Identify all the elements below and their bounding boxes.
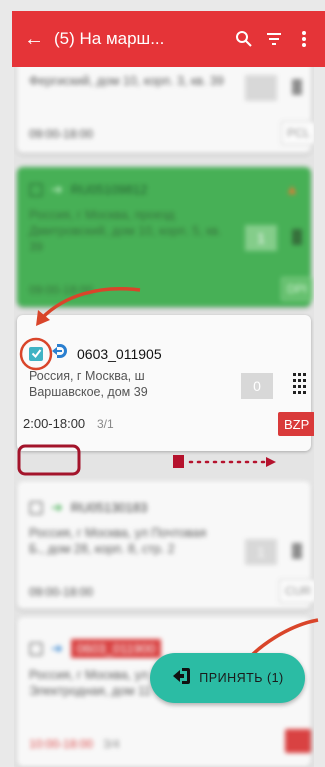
search-icon[interactable] <box>229 30 259 48</box>
route-card[interactable]: ➔ RU05130183 Россия, г Москва, ул Почтов… <box>17 481 314 609</box>
card-tag: DPI <box>281 277 314 301</box>
card-time: 10:00-18:00 <box>29 737 94 751</box>
route-card-highlighted[interactable]: ➔ RU05109812 ▲ Россия, г Москва, проезд … <box>17 167 314 307</box>
quantity-box: 1 <box>245 225 277 251</box>
card-address: Россия, г Москва, ш Варшавское, дом 39 <box>29 369 148 399</box>
card-checkbox[interactable] <box>29 641 43 656</box>
route-card-selected[interactable]: 0603_011905 Россия, г Москва, ш Варшавск… <box>17 315 314 451</box>
card-time: 09:00-18:00 <box>29 283 94 297</box>
grid-menu-icon[interactable] <box>293 373 307 400</box>
card-checkbox-checked[interactable] <box>29 346 43 361</box>
card-count: 3/1 <box>97 417 114 431</box>
filter-icon[interactable] <box>259 31 289 47</box>
app-bar: ← (5) На марш... <box>12 11 325 67</box>
card-code: 0603_011900 <box>70 639 162 658</box>
card-code: 0603_011905 <box>77 345 162 362</box>
more-vert-icon[interactable] <box>289 30 319 48</box>
card-address: Фергиский, дом 10, корп. 3, кв. 39 <box>29 74 224 88</box>
direction-in-icon: ➔ <box>51 181 63 197</box>
route-card[interactable]: Фергиский, дом 10, корп. 3, кв. 39 09:00… <box>17 67 314 153</box>
card-count: 3/4 <box>103 737 120 751</box>
card-tag: BZP <box>278 412 314 436</box>
card-code: RU05130183 <box>70 500 148 515</box>
card-time: 2:00-18:00 <box>23 416 86 431</box>
grid-menu-icon[interactable] <box>292 543 302 564</box>
page-title: (5) На марш... <box>54 29 165 48</box>
accept-button-label: ПРИНЯТЬ (1) <box>199 671 284 685</box>
quantity-box <box>245 75 277 101</box>
grid-menu-icon[interactable] <box>292 229 302 250</box>
login-icon <box>171 667 191 690</box>
card-checkbox[interactable] <box>29 182 43 197</box>
card-tag: PCL <box>281 121 314 145</box>
card-time: 09:00-18:00 <box>29 585 94 599</box>
card-address: Россия, г Москва, ул Почтовая Б., дом 28… <box>29 526 207 556</box>
card-time: 09:00-18:00 <box>29 127 94 141</box>
card-address: Россия, г Москва, проезд Дмитровский, до… <box>29 208 222 254</box>
quantity-box: 0 <box>241 373 273 399</box>
warning-icon: ▲ <box>285 181 299 197</box>
direction-in-icon <box>51 342 69 365</box>
back-arrow-icon[interactable]: ← <box>24 28 54 51</box>
quantity-box: 1 <box>245 539 277 565</box>
card-code: RU05109812 <box>70 182 148 197</box>
card-tag: CUR <box>279 579 314 603</box>
accept-button[interactable]: ПРИНЯТЬ (1) <box>150 653 305 703</box>
card-tag <box>285 729 311 753</box>
direction-in-icon: ➔ <box>51 499 63 515</box>
grid-menu-icon[interactable] <box>292 79 302 100</box>
card-checkbox[interactable] <box>29 500 43 515</box>
direction-in-icon: ➔ <box>51 640 63 656</box>
